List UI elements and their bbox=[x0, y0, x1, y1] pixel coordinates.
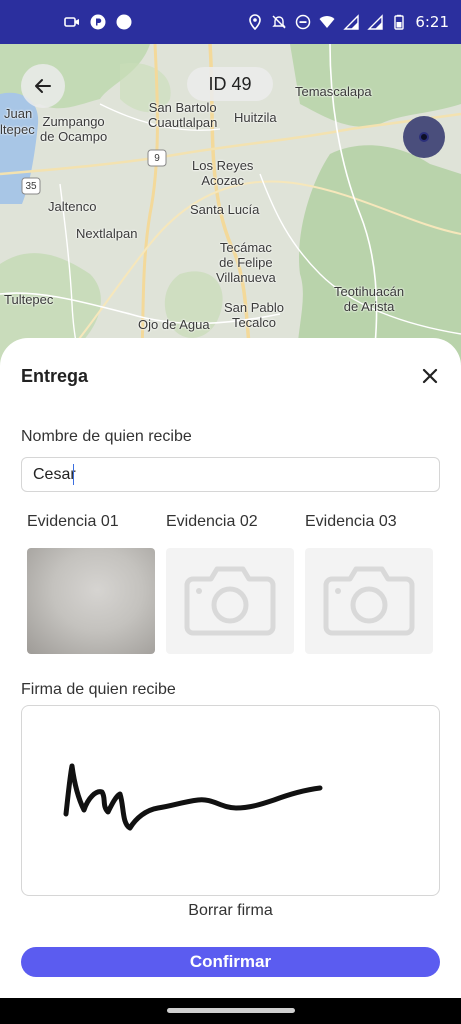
close-icon bbox=[422, 368, 438, 384]
confirm-button[interactable]: Confirmar bbox=[21, 947, 440, 977]
parking-icon bbox=[90, 14, 106, 30]
my-location-button[interactable] bbox=[403, 116, 445, 158]
map-label: Los Reyes Acozac bbox=[192, 158, 254, 188]
map-label: Tultepec bbox=[4, 292, 54, 307]
dot-icon bbox=[116, 14, 132, 30]
wifi-icon bbox=[319, 16, 335, 28]
camera-icon bbox=[323, 566, 415, 636]
back-button[interactable] bbox=[21, 64, 65, 108]
arrow-left-icon bbox=[35, 79, 51, 93]
evidence-label-1: Evidencia 01 bbox=[27, 513, 119, 530]
map-label: Huitzila bbox=[234, 110, 277, 125]
video-call-icon bbox=[64, 17, 79, 27]
location-icon bbox=[249, 14, 262, 30]
map-label: Ojo de Agua bbox=[138, 317, 210, 332]
map-label: Santa Lucía bbox=[190, 202, 260, 217]
map-label: Jaltenco bbox=[48, 199, 97, 214]
evidence-slot-2[interactable] bbox=[166, 548, 294, 654]
receiver-name-label: Nombre de quien recibe bbox=[21, 428, 192, 445]
map-shield-35: 35 bbox=[25, 181, 37, 192]
evidence-photo-1[interactable] bbox=[27, 548, 155, 654]
home-handle[interactable] bbox=[167, 1008, 295, 1013]
text-caret bbox=[73, 464, 74, 485]
delivery-sheet: Entrega Nombre de quien recibe Evidencia… bbox=[0, 338, 461, 998]
clock: 6:21 bbox=[415, 13, 449, 31]
map-shield-9: 9 bbox=[154, 153, 160, 164]
signal-2-icon bbox=[367, 14, 384, 30]
evidence-label-2: Evidencia 02 bbox=[166, 513, 258, 530]
signature-stroke bbox=[63, 763, 323, 831]
evidence-slot-3[interactable] bbox=[305, 548, 433, 654]
signal-icon bbox=[343, 14, 360, 30]
order-id-badge: ID 49 bbox=[187, 67, 273, 101]
map-label: Temascalapa bbox=[295, 84, 372, 99]
map-label: Juan bbox=[4, 106, 33, 121]
close-button[interactable] bbox=[418, 364, 442, 388]
notifications-off-icon bbox=[272, 15, 287, 29]
battery-icon bbox=[394, 14, 405, 30]
map-label: San Pablo Tecalco bbox=[224, 300, 284, 330]
dnd-icon bbox=[296, 14, 311, 30]
map-label: Tecámac de Felipe Villanueva bbox=[216, 240, 276, 285]
map-label: Nextlalpan bbox=[76, 226, 138, 241]
camera-icon bbox=[184, 566, 276, 636]
receiver-name-input[interactable] bbox=[21, 457, 440, 492]
map-label: ltepec bbox=[0, 122, 35, 137]
map-label: Zumpango de Ocampo bbox=[40, 114, 108, 144]
map-label: Teotihuacán de Arista bbox=[334, 284, 405, 314]
status-bar: 6:21 bbox=[0, 0, 461, 44]
signature-label: Firma de quien recibe bbox=[21, 681, 176, 698]
navigation-bar bbox=[0, 998, 461, 1024]
signature-pad[interactable] bbox=[21, 705, 440, 896]
map-label: San Bartolo Cuautlalpan bbox=[148, 100, 218, 130]
sheet-title: Entrega bbox=[21, 366, 89, 386]
my-location-icon bbox=[419, 132, 429, 142]
evidence-label-3: Evidencia 03 bbox=[305, 513, 397, 530]
clear-signature-button[interactable]: Borrar firma bbox=[0, 902, 461, 920]
